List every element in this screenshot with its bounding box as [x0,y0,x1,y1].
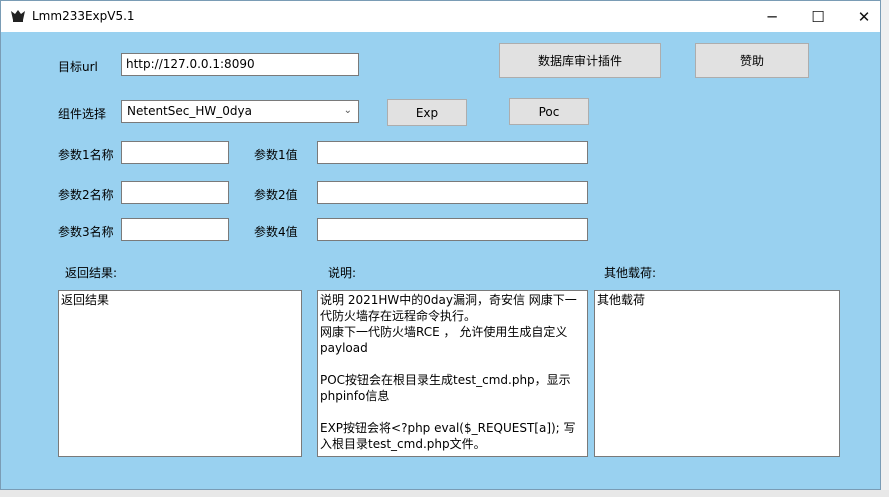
other-payload-label: 其他载荷: [604,266,657,280]
description-label: 说明: [328,266,357,280]
app-window: Lmm233ExpV5.1 ─ ☐ ✕ 目标url http://127.0.0… [0,0,881,490]
param3-name-label: 参数3名称 [58,225,114,239]
param1-name-label: 参数1名称 [58,148,114,162]
other-payload-textarea[interactable]: 其他载荷 [594,290,840,457]
app-logo-icon [11,10,25,22]
param2-value-label: 参数2值 [254,188,298,202]
exp-button[interactable]: Exp [387,99,467,126]
target-url-label: 目标url [58,60,98,74]
db-audit-plugin-button[interactable]: 数据库审计插件 [499,43,661,78]
param2-name-input[interactable] [121,181,229,204]
param1-value-label: 参数1值 [254,148,298,162]
sponsor-button[interactable]: 赞助 [695,43,809,78]
close-icon: ✕ [857,7,871,26]
param4-value-input[interactable] [317,218,588,241]
result-label: 返回结果: [65,266,118,280]
title-bar: Lmm233ExpV5.1 ─ ☐ ✕ [1,1,880,32]
component-select-label: 组件选择 [58,107,107,121]
component-select-value: NetentSec_HW_0dya [127,104,252,118]
maximize-icon: ☐ [811,7,825,26]
param1-value-input[interactable] [317,141,588,164]
minimize-icon: ─ [767,7,777,26]
param3-name-input[interactable] [121,218,229,241]
param2-name-label: 参数2名称 [58,188,114,202]
desktop-background-bottom [0,490,889,497]
maximize-button[interactable]: ☐ [795,1,841,32]
description-textarea[interactable]: 说明 2021HW中的0day漏洞，奇安信 网康下一代防火墙存在远程命令执行。 … [317,290,588,457]
minimize-button[interactable]: ─ [749,1,795,32]
desktop-background [881,0,889,497]
target-url-input[interactable]: http://127.0.0.1:8090 [121,53,359,76]
param1-name-input[interactable] [121,141,229,164]
component-select[interactable]: NetentSec_HW_0dya ⌄ [121,100,359,123]
param4-value-label: 参数4值 [254,225,298,239]
window-title: Lmm233ExpV5.1 [32,9,135,23]
poc-button[interactable]: Poc [509,98,589,125]
param2-value-input[interactable] [317,181,588,204]
result-textarea[interactable]: 返回结果 [58,290,302,457]
chevron-down-icon: ⌄ [343,105,352,116]
